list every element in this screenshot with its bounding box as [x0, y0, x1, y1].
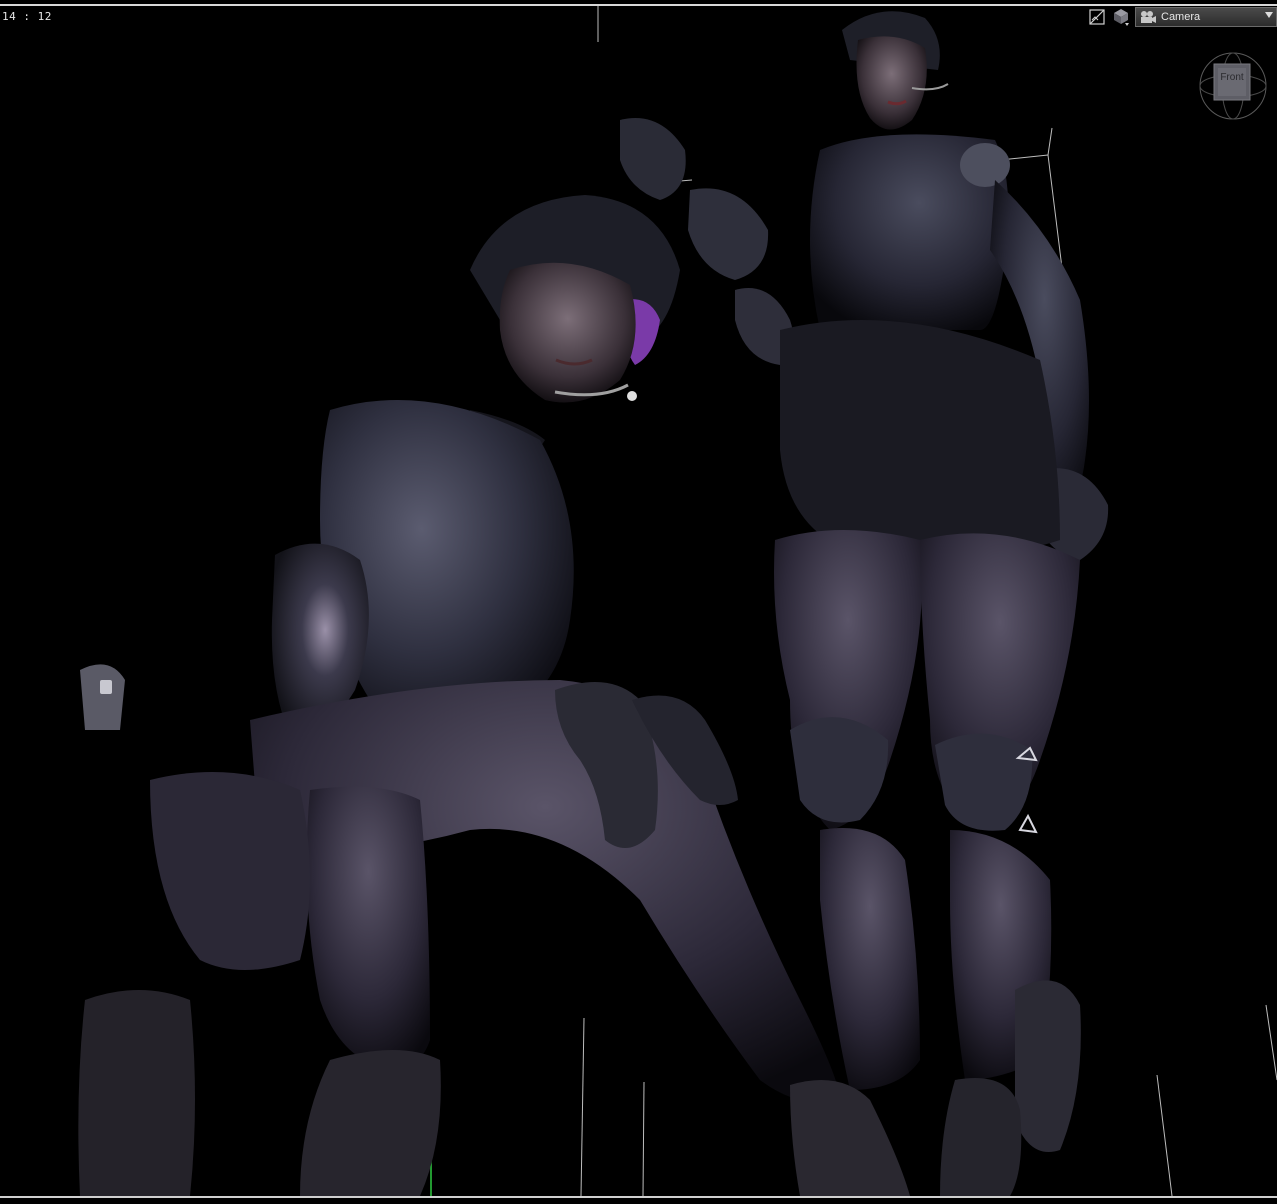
- aspect-ratio-readout: 14 : 12: [2, 10, 52, 23]
- rendered-scene: [78, 6, 1277, 1197]
- 3d-viewport[interactable]: 14 : 12 Camera Front: [0, 0, 1277, 1204]
- viewport-toolbar: Camera: [1087, 6, 1277, 28]
- chevron-down-icon: [1265, 12, 1273, 18]
- camera-selector-label: Camera: [1161, 11, 1201, 23]
- camera-icon: [1141, 11, 1156, 23]
- render-preview-icon[interactable]: [1087, 7, 1107, 27]
- view-cube-navigator[interactable]: Front: [1197, 50, 1269, 122]
- frame-bottom-border: [0, 1196, 1277, 1198]
- cube-draw-style-icon[interactable]: [1111, 7, 1131, 27]
- view-cube-face-label: Front: [1220, 72, 1244, 83]
- frame-top-border: [0, 4, 1277, 6]
- camera-selector-dropdown[interactable]: Camera: [1135, 7, 1277, 27]
